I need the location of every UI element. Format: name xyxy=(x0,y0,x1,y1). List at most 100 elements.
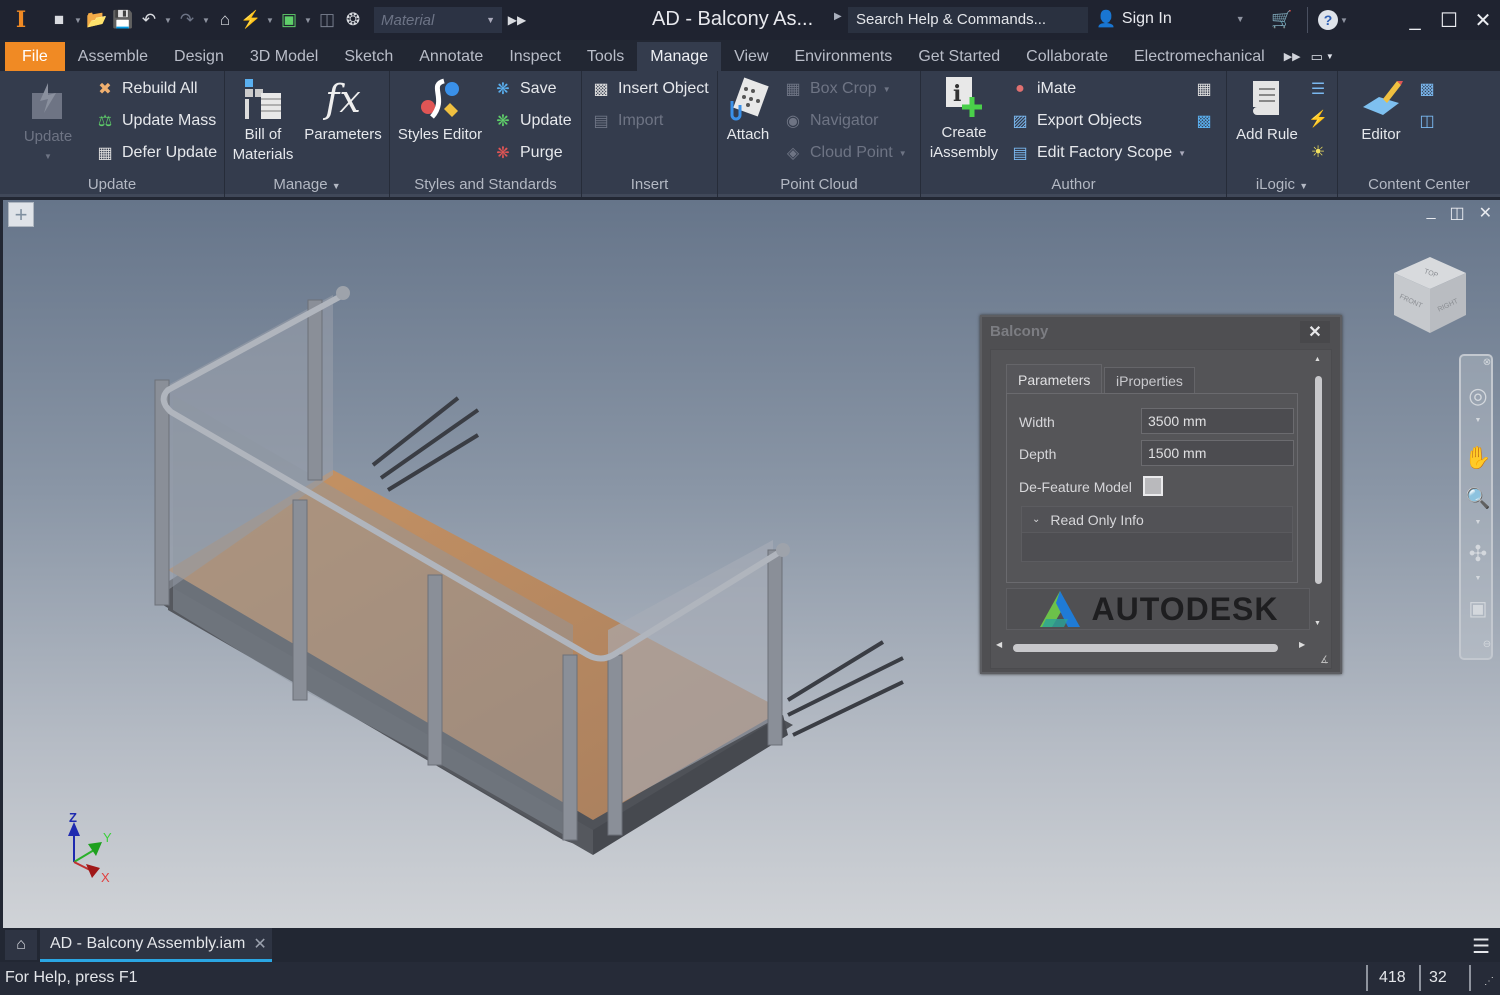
tab-manage[interactable]: Manage xyxy=(637,42,722,71)
attach-button[interactable]: Attach xyxy=(722,77,774,145)
home-icon[interactable]: ⌂ xyxy=(214,9,236,31)
undo-icon[interactable]: ↶ xyxy=(138,9,160,31)
styles-purge-button[interactable]: ❋ Purge xyxy=(492,142,562,164)
width-input[interactable]: 3500 mm xyxy=(1141,408,1294,434)
sign-in-button[interactable]: 👤 Sign In ▼ xyxy=(1096,9,1245,29)
search-input[interactable]: Search Help & Commands... xyxy=(848,7,1088,33)
help-icon[interactable]: ? xyxy=(1316,0,1340,40)
tab-assemble[interactable]: Assemble xyxy=(65,42,161,71)
tab-electromechanical[interactable]: Electromechanical xyxy=(1121,42,1278,71)
refresh-content-button[interactable]: ▩ xyxy=(1416,78,1438,100)
chevron-down-icon[interactable]: ▼ xyxy=(304,16,312,25)
minimize-icon[interactable]: _ xyxy=(1398,0,1432,40)
chevron-down-icon[interactable]: ▼ xyxy=(74,16,82,25)
tab-parameters[interactable]: Parameters xyxy=(1006,364,1103,394)
save-icon[interactable]: 💾 xyxy=(112,9,134,31)
chevron-down-icon[interactable]: ▼ xyxy=(1340,16,1348,25)
create-iassembly-button[interactable]: i Create iAssembly xyxy=(925,75,1003,163)
customize-navbar-icon[interactable]: ⊖ xyxy=(1481,638,1493,650)
vertical-scrollbar[interactable]: ▲ ▼ xyxy=(1313,356,1325,636)
close-view-icon[interactable]: ✕ xyxy=(1479,203,1492,223)
tab-view[interactable]: View xyxy=(721,42,781,71)
material-dropdown[interactable]: Material ▼ xyxy=(374,7,502,33)
import-button[interactable]: ▤ Import xyxy=(590,110,663,132)
tab-inspect[interactable]: Inspect xyxy=(496,42,574,71)
horizontal-scroll-thumb[interactable] xyxy=(1013,644,1278,652)
redo-icon[interactable]: ↷ xyxy=(176,9,198,31)
cloud-point-button[interactable]: ◈ Cloud Point ▼ xyxy=(782,142,907,164)
chevron-down-icon[interactable]: ▼ xyxy=(266,16,274,25)
tab-iproperties[interactable]: iProperties xyxy=(1104,367,1195,394)
tab-annotate[interactable]: Annotate xyxy=(406,42,496,71)
tab-get-started[interactable]: Get Started xyxy=(905,42,1013,71)
update-button[interactable]: Update ▼ xyxy=(15,79,81,167)
close-icon[interactable]: ✕ xyxy=(1466,0,1500,40)
document-tab[interactable]: AD - Balcony Assembly.iam ✕ xyxy=(40,928,272,962)
ribbon-display-toggle-icon[interactable]: ▭ ▼ xyxy=(1307,42,1338,71)
styles-update-button[interactable]: ❋ Update xyxy=(492,110,571,132)
navigator-button[interactable]: ◉ Navigator xyxy=(782,110,878,132)
chevron-down-icon[interactable]: ▼ xyxy=(202,16,210,25)
tab-design[interactable]: Design xyxy=(161,42,237,71)
dialog-close-button[interactable]: ✕ xyxy=(1300,321,1330,343)
defer-update-button[interactable]: ▦ Defer Update xyxy=(94,142,217,164)
cart-icon[interactable]: 🛒 xyxy=(1265,0,1299,40)
tab-file[interactable]: File xyxy=(5,42,65,71)
defeature-checkbox[interactable] xyxy=(1143,476,1163,496)
scroll-right-icon[interactable]: ▶ xyxy=(1299,640,1305,649)
more-icon[interactable]: ▶▶ xyxy=(506,9,528,31)
edit-factory-scope-button[interactable]: ▤ Edit Factory Scope ▼ xyxy=(1009,142,1186,164)
tab-environments[interactable]: Environments xyxy=(781,42,905,71)
tab-3d-model[interactable]: 3D Model xyxy=(237,42,331,71)
tab-collaborate[interactable]: Collaborate xyxy=(1013,42,1121,71)
measure-icon[interactable]: ◫ xyxy=(316,9,338,31)
orbit-icon[interactable]: ✣ xyxy=(1466,541,1490,566)
pan-hand-icon[interactable]: ✋ xyxy=(1464,445,1491,470)
hamburger-menu-icon[interactable]: ☰ xyxy=(1472,934,1490,959)
maximize-icon[interactable]: ☐ xyxy=(1432,0,1466,40)
chevron-down-icon[interactable]: ▼ xyxy=(1466,414,1490,426)
ilogic-browser-button[interactable]: ☰ xyxy=(1307,78,1329,100)
add-rule-button[interactable]: Add Rule xyxy=(1231,77,1303,145)
chevron-down-icon[interactable]: ▼ xyxy=(1466,516,1490,528)
content-editor-button[interactable]: Editor xyxy=(1348,77,1414,145)
appearance-icon[interactable]: ❂ xyxy=(342,9,364,31)
chevron-down-icon[interactable]: ▼ xyxy=(164,16,172,25)
export-objects-button[interactable]: ▨ Export Objects xyxy=(1009,110,1142,132)
chevron-down-icon[interactable]: ▼ xyxy=(1466,572,1490,584)
styles-editor-button[interactable]: Styles Editor xyxy=(394,77,486,145)
minimize-view-icon[interactable]: _ xyxy=(1427,203,1436,223)
read-only-info-header[interactable]: ⌄ Read Only Info xyxy=(1022,507,1292,533)
depth-input[interactable]: 1500 mm xyxy=(1141,440,1294,466)
event-triggers-button[interactable]: ⚡ xyxy=(1307,108,1329,130)
resize-grip-icon[interactable]: ⋰ xyxy=(1484,976,1494,987)
more-tabs-icon[interactable]: ▶▶ xyxy=(1278,42,1307,71)
close-navbar-icon[interactable]: ⊗ xyxy=(1481,356,1493,368)
manage-panel-label[interactable]: Manage ▼ xyxy=(225,176,389,193)
table-replace-button[interactable]: ▦ xyxy=(1193,78,1215,100)
scroll-up-icon[interactable]: ▲ xyxy=(1314,356,1321,363)
bill-of-materials-button[interactable]: Bill of Materials xyxy=(230,77,296,165)
tab-tools[interactable]: Tools xyxy=(574,42,637,71)
vertical-scroll-thumb[interactable] xyxy=(1315,376,1322,584)
tab-sketch[interactable]: Sketch xyxy=(331,42,406,71)
steering-wheel-icon[interactable]: ◎ xyxy=(1466,383,1490,408)
balcony-model[interactable] xyxy=(3,200,1003,900)
styles-save-button[interactable]: ❋ Save xyxy=(492,78,556,100)
close-tab-icon[interactable]: ✕ xyxy=(253,934,266,954)
update-mass-button[interactable]: ⚖ Update Mass xyxy=(94,110,216,132)
ifeature-button[interactable]: ▩ xyxy=(1193,110,1215,132)
select-icon[interactable]: ▣ xyxy=(278,9,300,31)
chevron-right-icon[interactable]: ▶ xyxy=(834,11,842,22)
parameters-button[interactable]: fx Parameters xyxy=(301,77,385,145)
inventor-logo-icon[interactable]: I xyxy=(10,7,32,33)
home-tab-icon[interactable]: ⌂ xyxy=(5,930,37,960)
scroll-left-icon[interactable]: ◀ xyxy=(996,640,1002,649)
imate-button[interactable]: ● iMate xyxy=(1009,78,1076,100)
resize-grip-icon[interactable]: ∡ xyxy=(1320,655,1329,666)
replace-content-button[interactable]: ◫ xyxy=(1416,110,1438,132)
full-navigation-wheel-icon[interactable]: ▣ xyxy=(1466,596,1490,620)
viewcube[interactable]: TOP FRONT RIGHT xyxy=(1390,255,1470,335)
insert-object-button[interactable]: ▩ Insert Object xyxy=(590,78,708,100)
restore-view-icon[interactable]: ◫ xyxy=(1449,203,1464,223)
